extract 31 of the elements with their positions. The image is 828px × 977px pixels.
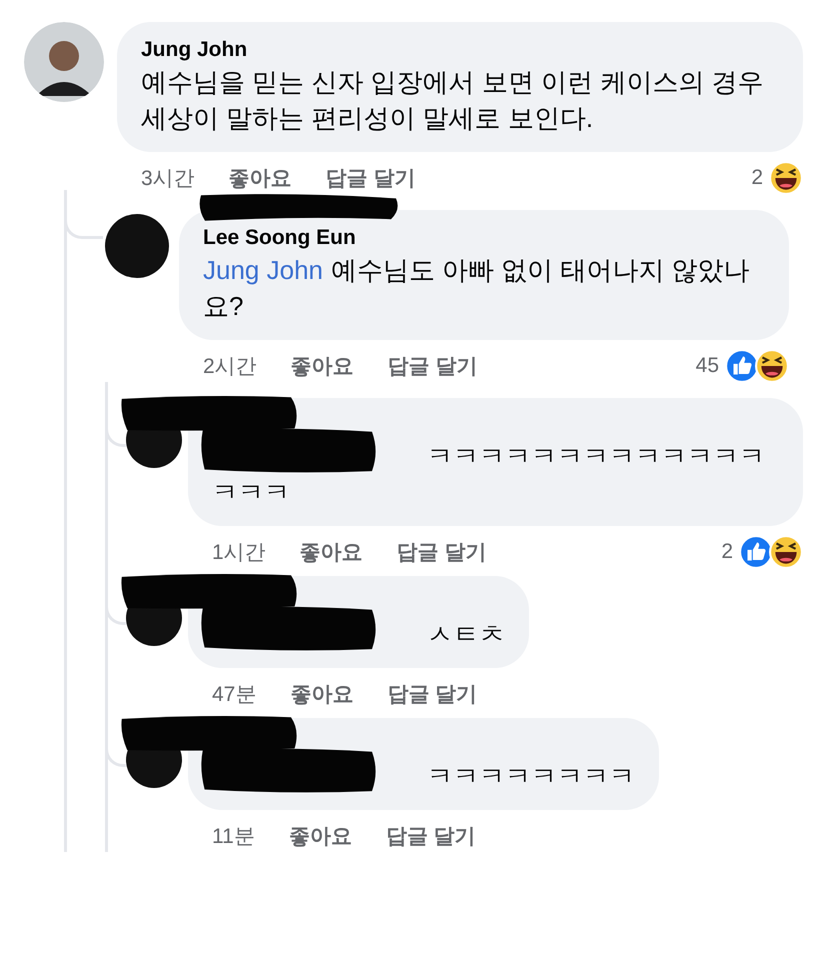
timestamp: 3시간 [141,166,195,192]
comment-text: Jung John 예수님도 아빠 없이 태어나지 않았나요? [203,254,751,323]
laughing-emoji-icon [769,535,803,569]
reply-link[interactable]: 답글 달기 [326,164,416,192]
avatar[interactable] [24,22,104,102]
timestamp: 1시간 [212,540,266,566]
timestamp: 2시간 [203,354,257,380]
reply-link[interactable]: 답글 달기 [386,822,476,850]
comment-text: 예수님을 믿는 신자 입장에서 보면 이런 케이스의 경우 세상이 말하는 편리성이 말세로 보인다. [141,66,765,135]
like-icon [725,349,759,383]
author-name[interactable]: Jung John [141,36,779,64]
timestamp: 11분 [212,824,255,850]
author-name[interactable]: Lee Soong Eun [203,224,765,252]
reaction-count[interactable]: 2 [721,540,733,564]
comment-text: ㅅㅌㅊ [426,618,505,651]
like-link[interactable]: 좋아요 [300,538,363,566]
like-link[interactable]: 좋아요 [228,164,292,192]
like-link[interactable]: 좋아요 [288,822,352,850]
like-icon [739,535,773,569]
like-link[interactable]: 좋아요 [290,680,354,708]
reply-link[interactable]: 답글 달기 [388,352,478,380]
reaction-count[interactable]: 45 [696,354,719,378]
laughing-emoji-icon [769,161,803,195]
like-link[interactable]: 좋아요 [290,352,354,380]
timestamp: 47분 [212,682,256,708]
reaction-count[interactable]: 2 [751,166,763,190]
laughing-emoji-icon [755,349,789,383]
reply-link[interactable]: 답글 달기 [387,680,478,708]
reply-link[interactable]: 답글 달기 [396,538,487,566]
comment-text: ㅋㅋㅋㅋㅋㅋㅋㅋ [426,760,635,793]
comment-text: ㅋㅋㅋㅋㅋㅋㅋㅋㅋㅋㅋㅋㅋㅋㅋㅋ [212,440,766,509]
